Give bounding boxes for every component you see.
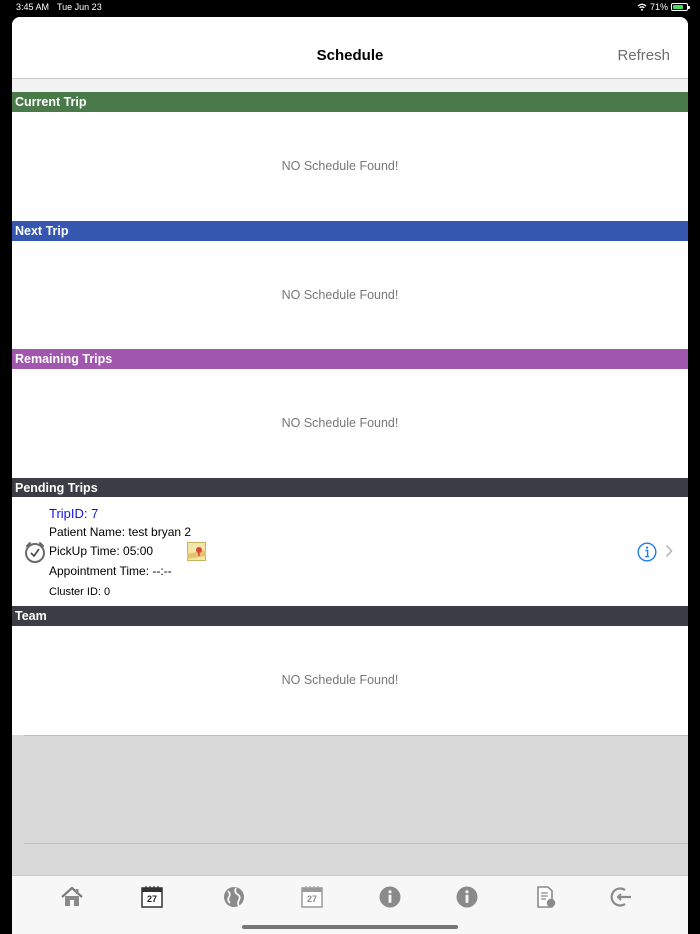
document-icon[interactable] (534, 885, 558, 909)
logout-icon[interactable] (610, 885, 634, 909)
appointment-time: Appointment Time: --:-- (49, 564, 172, 578)
section-team: NO Schedule Found! (12, 626, 688, 735)
calendar-day-label: 27 (306, 894, 317, 904)
section-next-trip: NO Schedule Found! (12, 241, 688, 350)
home-icon[interactable] (60, 885, 84, 909)
app-window: Schedule Refresh Current Trip NO Schedul… (12, 17, 688, 934)
empty-content-area (12, 735, 688, 875)
globe-icon[interactable] (222, 885, 246, 909)
status-right: 71% (637, 2, 690, 12)
divider (24, 843, 688, 844)
empty-message: NO Schedule Found! (281, 416, 399, 430)
info-icon[interactable] (637, 542, 657, 562)
chevron-right-icon (665, 544, 673, 558)
cluster-id: Cluster ID: 0 (49, 586, 111, 598)
pending-trip-row[interactable]: TripID: 7 Patient Name: test bryan 2 Pic… (12, 497, 688, 606)
page-title: Schedule (316, 47, 384, 64)
divider (24, 735, 688, 736)
navigation-bar: Schedule Refresh (12, 17, 688, 79)
pickup-time: PickUp Time: 05:00 (49, 544, 154, 558)
info-icon[interactable] (455, 885, 479, 909)
section-current-trip: NO Schedule Found! (12, 112, 688, 221)
alarm-clock-icon (25, 542, 45, 563)
status-date: Tue Jun 23 (57, 2, 102, 12)
section-header-pending-trips: Pending Trips (12, 478, 688, 498)
header-spacer (12, 79, 688, 92)
wifi-icon (637, 3, 647, 11)
section-header-remaining-trips: Remaining Trips (12, 349, 688, 369)
tab-calendar[interactable]: 27 (300, 885, 324, 909)
section-header-team: Team (12, 606, 688, 626)
status-time: 3:45 AM (16, 2, 50, 12)
refresh-button[interactable]: Refresh (617, 47, 670, 64)
calendar-day-label: 27 (146, 894, 157, 904)
info-icon[interactable] (378, 885, 402, 909)
status-bar: 3:45 AM Tue Jun 23 71% (0, 0, 700, 16)
trip-id: TripID: 7 (49, 506, 99, 521)
tab-calendar-today[interactable]: 27 (140, 885, 164, 909)
patient-name: Patient Name: test bryan 2 (49, 525, 192, 539)
battery-percent: 71% (649, 2, 668, 12)
section-remaining-trips: NO Schedule Found! (12, 369, 688, 478)
home-indicator[interactable] (242, 925, 458, 929)
battery-icon (671, 3, 690, 11)
map-icon[interactable] (187, 542, 206, 561)
empty-message: NO Schedule Found! (281, 288, 399, 302)
section-header-next-trip: Next Trip (12, 221, 688, 241)
empty-message: NO Schedule Found! (281, 673, 399, 687)
empty-message: NO Schedule Found! (281, 159, 399, 173)
section-header-current-trip: Current Trip (12, 92, 688, 112)
